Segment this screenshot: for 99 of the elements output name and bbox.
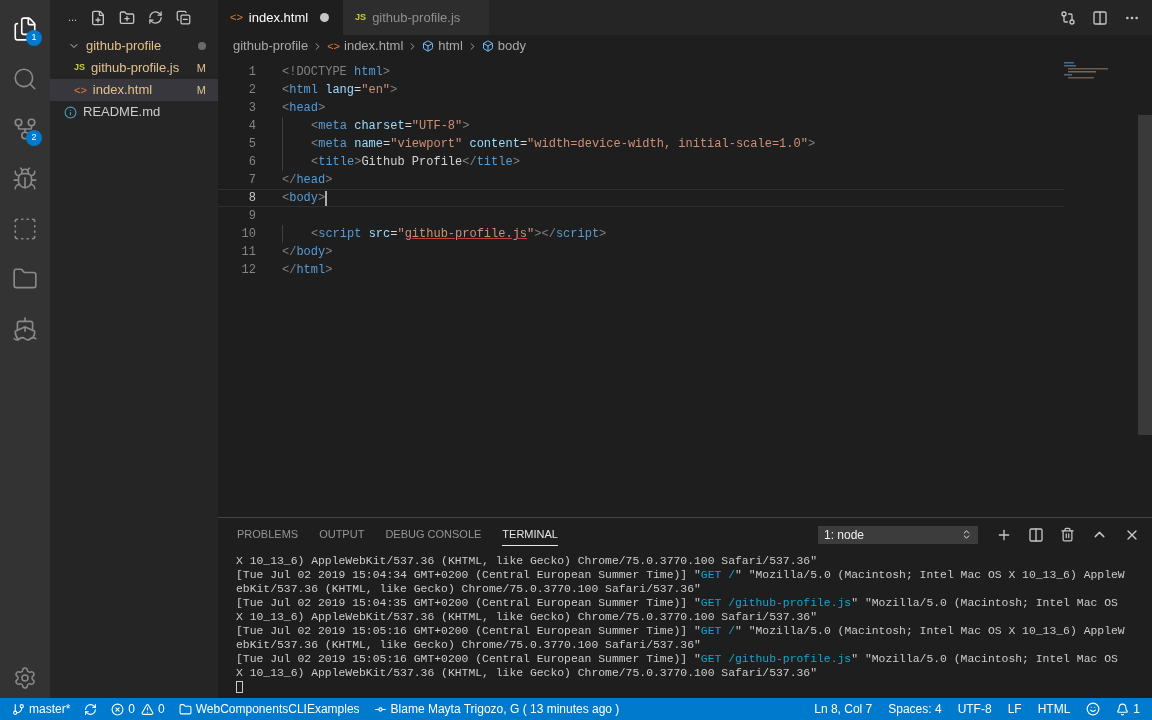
- status-item[interactable]: [1086, 702, 1101, 716]
- file-row[interactable]: <> index.html M: [50, 79, 218, 101]
- ship-icon: [12, 316, 38, 342]
- code-line: <title>Github Profile</title>: [311, 154, 520, 171]
- editor-tab[interactable]: <> index.html: [218, 0, 344, 35]
- code-line: <script src="github-profile.js"></script>: [311, 226, 607, 243]
- line-number: 3: [247, 100, 256, 117]
- panel-tab[interactable]: OUTPUT: [319, 523, 365, 546]
- panel-tab[interactable]: DEBUG CONSOLE: [385, 523, 482, 546]
- refresh-icon[interactable]: [148, 10, 164, 25]
- file-row[interactable]: JS github-profile.js M: [50, 57, 218, 79]
- terminal-cursor: [236, 681, 243, 693]
- terminal-line: [Tue Jul 02 2019 15:04:35 GMT+0200 (Central European Summer Time)] "GET /github-profile.js" "Mozilla/5.0 (Macintosh; Intel Mac OS: [236, 596, 1118, 610]
- sync-icon: [84, 702, 98, 716]
- terminal-line: ebKit/537.36 (KHTML, like Gecko) Chrome/75.0.3770.100 Safari/537.36": [236, 582, 701, 596]
- breadcrumb-item[interactable]: github-profile: [233, 36, 309, 56]
- code-line: <body>: [282, 190, 326, 207]
- line-number: 12: [240, 262, 256, 279]
- line-number: 7: [247, 172, 256, 189]
- status-item[interactable]: UTF-8: [957, 700, 992, 718]
- code-line: <html lang="en">: [282, 82, 398, 99]
- status-item[interactable]: 0: [111, 700, 136, 718]
- code-line: <meta charset="UTF-8">: [311, 118, 470, 135]
- code-line: </head>: [282, 172, 333, 189]
- code-line: </html>: [282, 262, 333, 279]
- terminal-line: [Tue Jul 02 2019 15:05:16 GMT+0200 (Central European Summer Time)] "GET /github-profile.js" "Mozilla/5.0 (Macintosh; Intel Mac OS: [236, 652, 1118, 666]
- split-terminal-icon[interactable]: [1028, 526, 1044, 543]
- trash-icon[interactable]: [1060, 527, 1075, 542]
- folder-icon: [178, 702, 192, 716]
- code-line: </body>: [282, 244, 333, 261]
- more-actions[interactable]: ...: [68, 9, 78, 26]
- status-item[interactable]: WebComponentsCLIExamples: [178, 700, 360, 718]
- extensions-icon: [12, 216, 38, 242]
- breadcrumb-item[interactable]: html: [422, 36, 463, 56]
- html-file-icon: <>: [74, 81, 87, 99]
- status-item[interactable]: Blame Mayta Trigozo, G ( 13 minutes ago ): [373, 700, 620, 718]
- terminal-line: X 10_13_6) AppleWebKit/537.36 (KHTML, like Gecko) Chrome/75.0.3770.100 Safari/537.36": [236, 554, 818, 568]
- branch-icon: [12, 702, 25, 716]
- compare-icon[interactable]: [1060, 9, 1076, 26]
- cube-icon: [481, 40, 494, 52]
- text-cursor: [325, 190, 328, 206]
- file-row[interactable]: README.md: [50, 101, 218, 123]
- line-number: 8: [247, 190, 256, 207]
- activity-bar-item[interactable]: 2: [0, 104, 50, 154]
- terminal-line: X 10_13_6) AppleWebKit/537.36 (KHTML, like Gecko) Chrome/75.0.3770.100 Safari/537.36": [236, 610, 818, 624]
- code-line: <!DOCTYPE html>: [282, 64, 391, 81]
- count-badge: 1: [26, 30, 42, 46]
- status-item[interactable]: master*: [12, 700, 71, 718]
- line-number: 5: [247, 136, 256, 153]
- status-item[interactable]: Ln 8, Col 7: [814, 700, 873, 718]
- warning-icon: [141, 702, 155, 716]
- new-folder-icon[interactable]: [119, 9, 136, 26]
- status-item[interactable]: Spaces: 4: [888, 700, 942, 718]
- status-item[interactable]: HTML: [1037, 700, 1071, 718]
- modified-label: M: [196, 60, 206, 76]
- html-file-icon: <>: [230, 9, 243, 26]
- cube-icon: [422, 40, 435, 52]
- collapse-all-icon[interactable]: [176, 10, 192, 25]
- breadcrumb-item[interactable]: body: [481, 36, 527, 56]
- search-icon: [12, 66, 38, 92]
- split-editor-icon[interactable]: [1092, 9, 1108, 26]
- terminal-select[interactable]: 1: node: [818, 525, 978, 544]
- status-item[interactable]: LF: [1007, 700, 1022, 718]
- editor-tab[interactable]: JS github-profile.js: [343, 0, 490, 35]
- breadcrumb-item[interactable]: <> index.html: [327, 36, 404, 56]
- files-icon: [12, 16, 38, 42]
- panel-tab[interactable]: PROBLEMS: [237, 523, 299, 546]
- terminal-line: [Tue Jul 02 2019 15:05:16 GMT+0200 (Central European Summer Time)] "GET /" "Mozilla/5.0 (Macintosh; Intel Mac OS X 10_13_6) AppleW: [236, 624, 1125, 638]
- panel-tab[interactable]: TERMINAL: [502, 522, 558, 547]
- line-number: 4: [247, 118, 256, 135]
- new-file-icon[interactable]: [90, 9, 107, 26]
- code-line: <head>: [282, 100, 326, 117]
- info-icon: [64, 105, 77, 119]
- js-file-icon: JS: [355, 10, 367, 25]
- count-badge: 2: [26, 130, 42, 146]
- folder-row[interactable]: github-profile: [50, 35, 218, 57]
- terminal-line: [Tue Jul 02 2019 15:04:34 GMT+0200 (Central European Summer Time)] "GET /" "Mozilla/5.0 (Macintosh; Intel Mac OS X 10_13_6) AppleW: [236, 568, 1125, 582]
- dropdown-icon: [961, 529, 972, 540]
- error-icon: [111, 702, 125, 716]
- line-number: 6: [247, 154, 256, 171]
- settings-icon[interactable]: [13, 666, 37, 690]
- status-item[interactable]: 0: [141, 700, 165, 718]
- terminal-line: X 10_13_6) AppleWebKit/537.36 (KHTML, like Gecko) Chrome/75.0.3770.100 Safari/537.36": [236, 666, 818, 680]
- status-item[interactable]: [84, 702, 98, 716]
- terminal-line: ebKit/537.36 (KHTML, like Gecko) Chrome/75.0.3770.100 Safari/537.36": [236, 638, 701, 652]
- source-control-icon: [12, 116, 38, 142]
- smiley-icon: [1086, 702, 1101, 716]
- modified-label: M: [196, 82, 206, 98]
- line-number: 2: [247, 82, 256, 99]
- bug-icon: [12, 166, 38, 192]
- line-number: 10: [240, 226, 256, 243]
- activity-bar-item[interactable]: 1: [0, 4, 50, 54]
- line-number: 11: [240, 244, 256, 261]
- code-line: <meta name="viewport" content="width=device-width, initial-scale=1.0">: [311, 136, 816, 153]
- js-file-icon: JS: [74, 61, 85, 75]
- status-item[interactable]: 1: [1116, 700, 1140, 718]
- line-number: 9: [247, 208, 256, 225]
- bell-icon: [1116, 702, 1130, 716]
- line-number: 1: [247, 64, 256, 81]
